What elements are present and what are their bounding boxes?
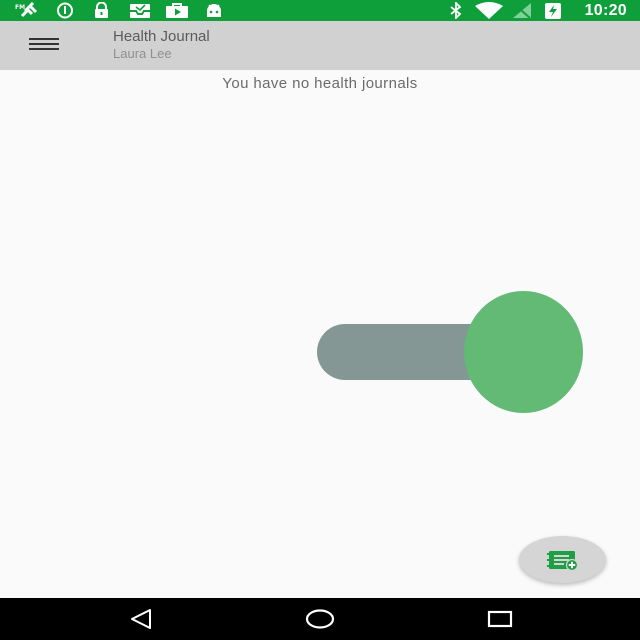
bluetooth-icon (446, 2, 466, 19)
back-icon[interactable] (126, 607, 156, 631)
app-subtitle: Laura Lee (113, 46, 172, 61)
navigation-bar (0, 598, 640, 640)
svg-text:FM: FM (15, 4, 25, 11)
toggle-switch[interactable] (317, 291, 583, 413)
inbox-icon (128, 2, 152, 19)
battery-charging-icon (542, 2, 564, 19)
add-journal-button[interactable] (519, 536, 606, 583)
app-title: Health Journal (113, 28, 210, 45)
recents-icon[interactable] (485, 607, 515, 631)
wifi-icon (474, 2, 504, 19)
play-store-icon (165, 2, 189, 19)
home-icon[interactable] (305, 607, 335, 631)
toggle-thumb[interactable] (464, 291, 583, 413)
info-icon (56, 2, 74, 19)
lock-icon (93, 2, 110, 19)
android-icon (204, 2, 224, 19)
satellite-icon: FM (14, 2, 42, 19)
hamburger-menu-icon[interactable] (29, 38, 59, 54)
no-signal-icon (510, 2, 534, 19)
empty-state-message: You have no health journals (222, 75, 418, 92)
status-bar: FM 10:20 (0, 0, 640, 21)
status-time: 10:20 (584, 2, 627, 19)
app-bar: Health Journal Laura Lee (0, 21, 640, 70)
add-journal-icon (546, 548, 580, 572)
